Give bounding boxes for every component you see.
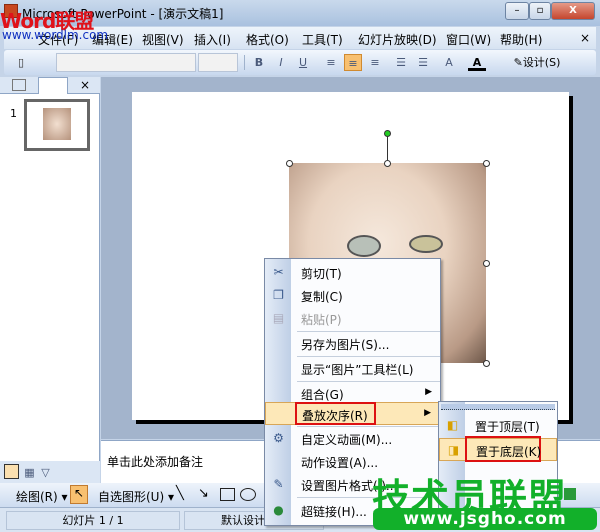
view-buttons: ▦ ▽ — [0, 461, 100, 483]
menu-item-paste[interactable]: ▤ 粘贴(P) — [265, 307, 440, 330]
rotate-line — [387, 136, 388, 160]
slide-number: 1 — [10, 107, 17, 120]
draw-label: 绘图(R) — [16, 490, 58, 504]
underline-button[interactable]: U — [294, 54, 312, 71]
menu-item-save-as-picture[interactable]: 另存为图片(S)... — [265, 332, 440, 355]
design-button[interactable]: ✎设计(S) — [504, 54, 570, 71]
menu-item-custom-animation[interactable]: ⚙ 自定义动画(M)... — [265, 427, 440, 450]
scissors-icon: ✂ — [273, 265, 284, 279]
thumbnail-image — [43, 108, 71, 140]
rotate-handle[interactable] — [384, 130, 391, 137]
rectangle-icon[interactable] — [220, 488, 235, 501]
menu-help[interactable]: 帮助(H) — [500, 31, 542, 48]
menu-item-bring-to-front[interactable]: ◧ 置于顶层(T) — [439, 414, 557, 437]
line-icon[interactable]: ╲ — [176, 486, 184, 501]
resize-handle[interactable] — [384, 160, 391, 167]
slides-pane: × 1 — [0, 77, 100, 461]
resize-handle[interactable] — [483, 160, 490, 167]
design-label: 设计(S) — [522, 56, 561, 69]
paste-icon: ▤ — [272, 311, 285, 325]
font-color-icon[interactable]: A — [468, 54, 486, 71]
formatting-toolbar: ▯ B I U ≡ ≡ ≡ ☰ ☰ A A ✎设计(S) — [4, 50, 596, 75]
resize-handle[interactable] — [286, 160, 293, 167]
restore-button[interactable]: ▫ — [529, 2, 551, 20]
format-picture-icon: ✎ — [273, 477, 284, 491]
new-document-icon[interactable]: ▯ — [12, 54, 30, 71]
oval-icon[interactable] — [240, 488, 256, 501]
menu-item-copy[interactable]: ❐ 复制(C) — [265, 284, 440, 307]
close-button[interactable]: X — [551, 2, 595, 20]
menu-item-order[interactable]: 叠放次序(R) ▶ — [265, 402, 440, 425]
italic-button[interactable]: I — [272, 54, 290, 71]
normal-view-icon[interactable] — [4, 464, 19, 479]
cat-eye — [409, 235, 443, 253]
slides-tab[interactable] — [38, 77, 68, 94]
bring-to-front-icon: ◧ — [446, 418, 459, 432]
autoshapes-label: 自选图形(U) — [98, 490, 165, 504]
menu-item-show-picture-toolbar[interactable]: 显示“图片”工具栏(L) — [265, 357, 440, 380]
pane-close-button[interactable]: × — [80, 78, 90, 92]
design-icon: ✎ — [513, 56, 523, 69]
align-center-icon[interactable]: ≡ — [344, 54, 362, 71]
align-right-icon[interactable]: ≡ — [366, 54, 384, 71]
menu-window[interactable]: 窗口(W) — [446, 31, 491, 48]
select-arrow-icon[interactable]: ↖ — [70, 485, 88, 504]
menu-insert[interactable]: 插入(I) — [194, 31, 231, 48]
draw-menu-button[interactable]: 绘图(R) ▾ — [16, 488, 68, 505]
align-left-icon[interactable]: ≡ — [322, 54, 340, 71]
slide-count: 幻灯片 1 / 1 — [6, 511, 180, 530]
numbering-icon[interactable]: ☰ — [392, 54, 410, 71]
hyperlink-icon: ● — [273, 503, 284, 517]
font-combo[interactable] — [56, 53, 196, 72]
cat-eye — [347, 235, 381, 257]
increase-font-icon[interactable]: A — [440, 54, 458, 71]
arrow-icon[interactable]: ↘ — [198, 486, 209, 501]
menu-tools[interactable]: 工具(T) — [302, 31, 343, 48]
send-to-back-icon: ◨ — [447, 443, 460, 457]
pane-tabs: × — [0, 77, 100, 94]
font-size-combo[interactable] — [198, 53, 238, 72]
jsgho-watermark-url: www.jsgho.com — [373, 508, 597, 530]
outline-tab[interactable] — [12, 79, 26, 91]
resize-handle[interactable] — [483, 360, 490, 367]
slide-thumbnail[interactable] — [24, 99, 90, 151]
menu-format[interactable]: 格式(O) — [246, 31, 289, 48]
menu-item-cut[interactable]: ✂ 剪切(T) — [265, 261, 440, 284]
close-document-button[interactable]: × — [580, 31, 590, 45]
minimize-button[interactable]: – — [505, 2, 529, 20]
slideshow-icon[interactable]: ▽ — [38, 464, 53, 479]
copy-icon: ❐ — [273, 288, 284, 302]
separator — [244, 55, 245, 70]
autoshapes-button[interactable]: 自选图形(U) ▾ — [98, 488, 174, 505]
slide-sorter-icon[interactable]: ▦ — [22, 464, 37, 479]
animation-icon: ⚙ — [273, 431, 284, 445]
menu-view[interactable]: 视图(V) — [142, 31, 184, 48]
bold-button[interactable]: B — [250, 54, 268, 71]
submenu-arrow-icon: ▶ — [425, 387, 432, 397]
menu-item-send-to-back[interactable]: ◨ 置于底层(K) — [439, 436, 557, 462]
notes-placeholder: 单击此处添加备注 — [107, 455, 204, 469]
menu-slideshow[interactable]: 幻灯片放映(D) — [358, 31, 437, 48]
submenu-drag-handle[interactable] — [441, 404, 555, 410]
wordlm-watermark-url: www.wordlm.com — [2, 28, 109, 42]
bullets-icon[interactable]: ☰ — [414, 54, 432, 71]
submenu-arrow-icon: ▶ — [424, 408, 431, 418]
resize-handle[interactable] — [483, 260, 490, 267]
